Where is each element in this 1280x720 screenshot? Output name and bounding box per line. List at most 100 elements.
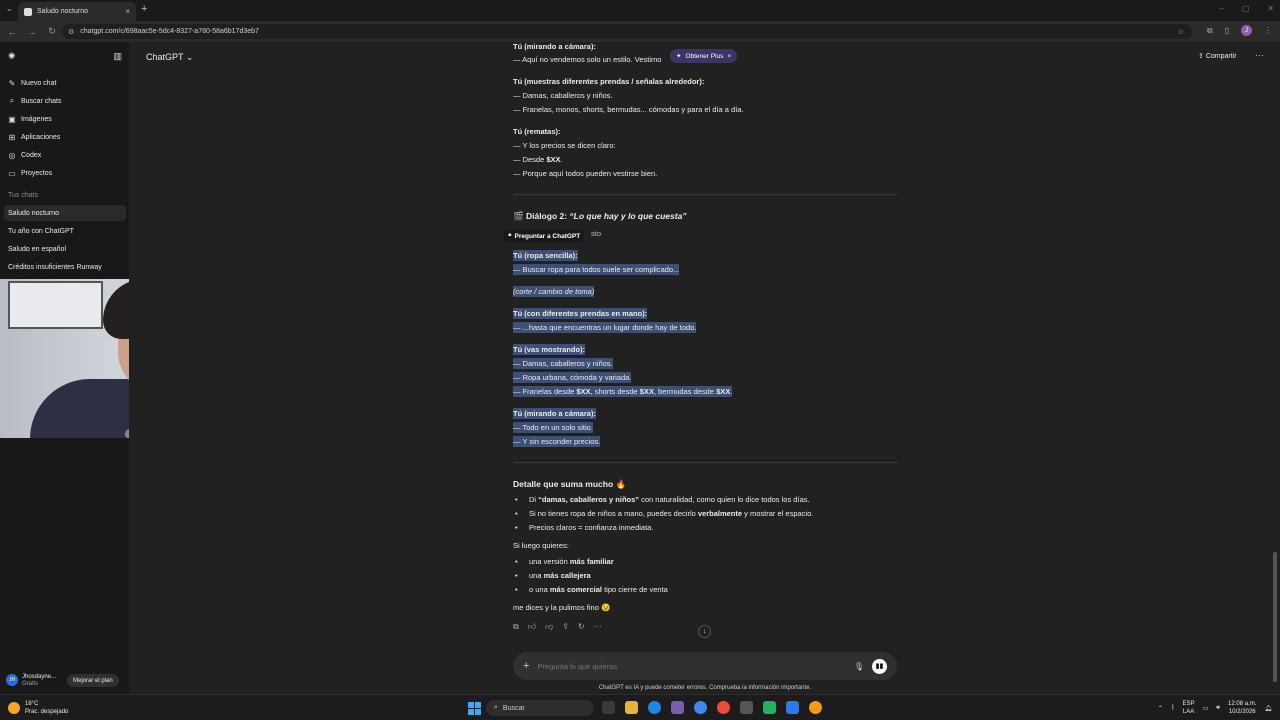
thumbs-down-icon[interactable]: 👎︎ bbox=[545, 622, 553, 632]
url-field[interactable]: ⚙ chatgpt.com/c/698aac5e-5dc4-8327-a780-… bbox=[62, 24, 1192, 39]
more-icon[interactable]: ··· bbox=[594, 622, 602, 632]
close-icon[interactable]: × bbox=[125, 7, 130, 16]
microphone-icon[interactable]: 🎙︎ bbox=[854, 662, 864, 671]
weather-sun-icon bbox=[8, 702, 20, 714]
sidebar-top: ✺ ▥ bbox=[8, 51, 122, 62]
taskbar-search[interactable]: ⌕ Buscar bbox=[486, 700, 594, 716]
taskbar: 18°C Prac. despejado ⌕ Buscar ⌃ ᛒ ESP LA… bbox=[0, 694, 1280, 720]
notepad-icon[interactable] bbox=[786, 701, 799, 714]
speaker-direction: Tú (mirando a cámara): bbox=[513, 408, 596, 419]
lang-secondary: LAA bbox=[1182, 709, 1195, 715]
regenerate-icon[interactable]: ↻ bbox=[578, 622, 585, 632]
emphasis: más comercial bbox=[549, 585, 602, 594]
close-icon[interactable]: × bbox=[727, 53, 731, 60]
more-options-icon[interactable]: ··· bbox=[1255, 50, 1264, 60]
new-tab-icon[interactable]: + bbox=[141, 3, 147, 15]
weather-widget[interactable]: 18°C Prac. despejado bbox=[8, 700, 68, 716]
sidebar-item-label: Aplicaciones bbox=[21, 133, 61, 141]
tab-search-icon[interactable]: ⌄ bbox=[6, 4, 13, 13]
chats-section-title: Tus chats bbox=[8, 192, 39, 199]
volume-icon[interactable]: 🔊︎ bbox=[1216, 705, 1220, 712]
speaker-direction: Tú (con diferentes prendas en mano): bbox=[513, 308, 648, 319]
close-sidebar-icon[interactable]: ▥ bbox=[113, 51, 122, 62]
task-view-icon[interactable] bbox=[602, 701, 615, 714]
prompt-input[interactable] bbox=[537, 661, 846, 671]
dialog-line: — Damas, caballeros y niños. bbox=[513, 358, 613, 369]
sidebar-item-images[interactable]: ▣ Imágenes bbox=[8, 111, 126, 127]
text: una versión bbox=[529, 557, 570, 566]
scrollbar[interactable] bbox=[1273, 552, 1277, 682]
windows-start-icon[interactable] bbox=[468, 702, 481, 715]
list-item: una más callejera bbox=[515, 571, 591, 580]
site-info-icon[interactable]: ⚙ bbox=[68, 28, 74, 36]
minimize-icon[interactable]: – bbox=[1219, 4, 1223, 13]
dialog-line: — Porque aquí todos pueden vestirse bien… bbox=[513, 169, 658, 178]
close-window-icon[interactable]: ✕ bbox=[1267, 4, 1274, 13]
sidebar-chat-item[interactable]: Créditos insuficientes Runway bbox=[4, 259, 126, 275]
scroll-down-button[interactable]: ↓ bbox=[698, 625, 711, 638]
sidebar-item-new-chat[interactable]: ✎ Nuevo chat bbox=[8, 75, 126, 91]
sidebar-panel-icon[interactable]: ▯ bbox=[1225, 26, 1229, 35]
ask-chatgpt-button[interactable]: ❝ Preguntar a ChatGPT bbox=[504, 230, 585, 242]
text: o una bbox=[529, 585, 550, 594]
bluetooth-icon[interactable]: ᛒ bbox=[1171, 705, 1175, 711]
dialog-line: — Y los precios se dicen claro: bbox=[513, 141, 616, 150]
share-icon[interactable]: ⇪ bbox=[562, 622, 569, 632]
taskbar-apps bbox=[602, 701, 822, 714]
reload-icon[interactable]: ↻ bbox=[44, 26, 60, 37]
get-plus-label: Obtener Plus bbox=[685, 52, 724, 60]
composer: + 🎙︎ ▮▮ bbox=[513, 652, 897, 680]
forward-icon[interactable]: → bbox=[24, 27, 40, 37]
notifications-icon[interactable]: 🔔︎ bbox=[1264, 705, 1272, 712]
sidebar-item-search-chats[interactable]: ⌕ Buscar chats bbox=[8, 93, 126, 109]
chevron-up-icon[interactable]: ⌃ bbox=[1158, 705, 1163, 712]
chrome-icon[interactable] bbox=[694, 701, 707, 714]
maximize-icon[interactable]: ▢ bbox=[1242, 4, 1250, 13]
sidebar-item-apps[interactable]: ⊞ Aplicaciones bbox=[8, 129, 126, 145]
extensions-icon[interactable]: ⧉ bbox=[1207, 26, 1213, 36]
upgrade-plan-button[interactable]: Mejorar el plan bbox=[67, 674, 119, 687]
speaker-direction: Tú (muestras diferentes prendas / señala… bbox=[513, 77, 705, 86]
settings-icon[interactable] bbox=[740, 701, 753, 714]
share-button[interactable]: ⇪ Compartir bbox=[1198, 52, 1237, 60]
dialog-line: — Franelas desde $XX, shorts desde $XX, … bbox=[513, 386, 733, 397]
sidebar-chat-item[interactable]: Saludo en español bbox=[4, 241, 126, 257]
favicon-icon bbox=[24, 7, 32, 16]
bookmark-star-icon[interactable]: ☆ bbox=[1178, 28, 1184, 36]
voice-mode-icon[interactable]: ▮▮ bbox=[872, 658, 887, 674]
back-icon[interactable]: ← bbox=[4, 27, 20, 37]
copilot-icon[interactable] bbox=[671, 701, 684, 714]
address-bar-row: ← → ↻ ⚙ chatgpt.com/c/698aac5e-5dc4-8327… bbox=[0, 21, 1280, 42]
speaker-direction: Tú (vas mostrando): bbox=[513, 344, 586, 355]
clapper-icon: 🎬 bbox=[513, 211, 524, 221]
codex-icon: ◎ bbox=[8, 150, 16, 160]
sidebar-chat-item[interactable]: Tu año con ChatGPT bbox=[4, 223, 126, 239]
get-plus-button[interactable]: ✦ Obtener Plus × bbox=[670, 49, 738, 63]
edge-icon[interactable] bbox=[648, 701, 661, 714]
add-attachment-icon[interactable]: + bbox=[523, 660, 529, 672]
clock[interactable]: 12:08 a.m. 10/2/2026 bbox=[1228, 700, 1256, 716]
thumbs-up-icon[interactable]: 👍︎ bbox=[528, 622, 536, 632]
sidebar-item-label: Codex bbox=[21, 151, 42, 159]
browser-tab-bar: ⌄ Saludo nocturno × + – ▢ ✕ bbox=[0, 0, 1280, 21]
openai-logo-icon[interactable]: ✺ bbox=[8, 51, 16, 62]
model-selector[interactable]: ChatGPT ⌄ bbox=[146, 52, 193, 63]
file-explorer-icon[interactable] bbox=[625, 701, 638, 714]
language-indicator[interactable]: ESP LAA bbox=[1183, 700, 1195, 716]
system-tray: ⌃ ᛒ ESP LAA ▭ 🔊︎ 12:08 a.m. 10/2/2026 🔔︎ bbox=[1158, 700, 1272, 716]
app-icon[interactable] bbox=[809, 701, 822, 714]
detail-heading: Detalle que suma mucho 🔥 bbox=[513, 479, 627, 489]
sidebar-item-projects[interactable]: ▭ Proyectos bbox=[8, 165, 126, 181]
sidebar-chat-item[interactable]: Saludo nocturno bbox=[4, 205, 126, 221]
sidebar-item-codex[interactable]: ◎ Codex bbox=[8, 147, 126, 163]
monitor-icon[interactable]: ▭ bbox=[1203, 705, 1209, 712]
browser-menu-icon[interactable]: ⋮ bbox=[1264, 26, 1272, 35]
media-player-icon[interactable] bbox=[763, 701, 776, 714]
copy-icon[interactable]: ⧉ bbox=[513, 622, 519, 632]
ask-chatgpt-label: Preguntar a ChatGPT bbox=[514, 232, 581, 240]
browser-tab[interactable]: Saludo nocturno × bbox=[18, 2, 136, 21]
profile-avatar[interactable]: J bbox=[1241, 25, 1252, 36]
main-area: ChatGPT ⌄ ⇪ Compartir ··· Tú (mirando a … bbox=[129, 42, 1280, 694]
url-text: chatgpt.com/c/698aac5e-5dc4-8327-a780-58… bbox=[80, 28, 259, 35]
photos-icon[interactable] bbox=[717, 701, 730, 714]
